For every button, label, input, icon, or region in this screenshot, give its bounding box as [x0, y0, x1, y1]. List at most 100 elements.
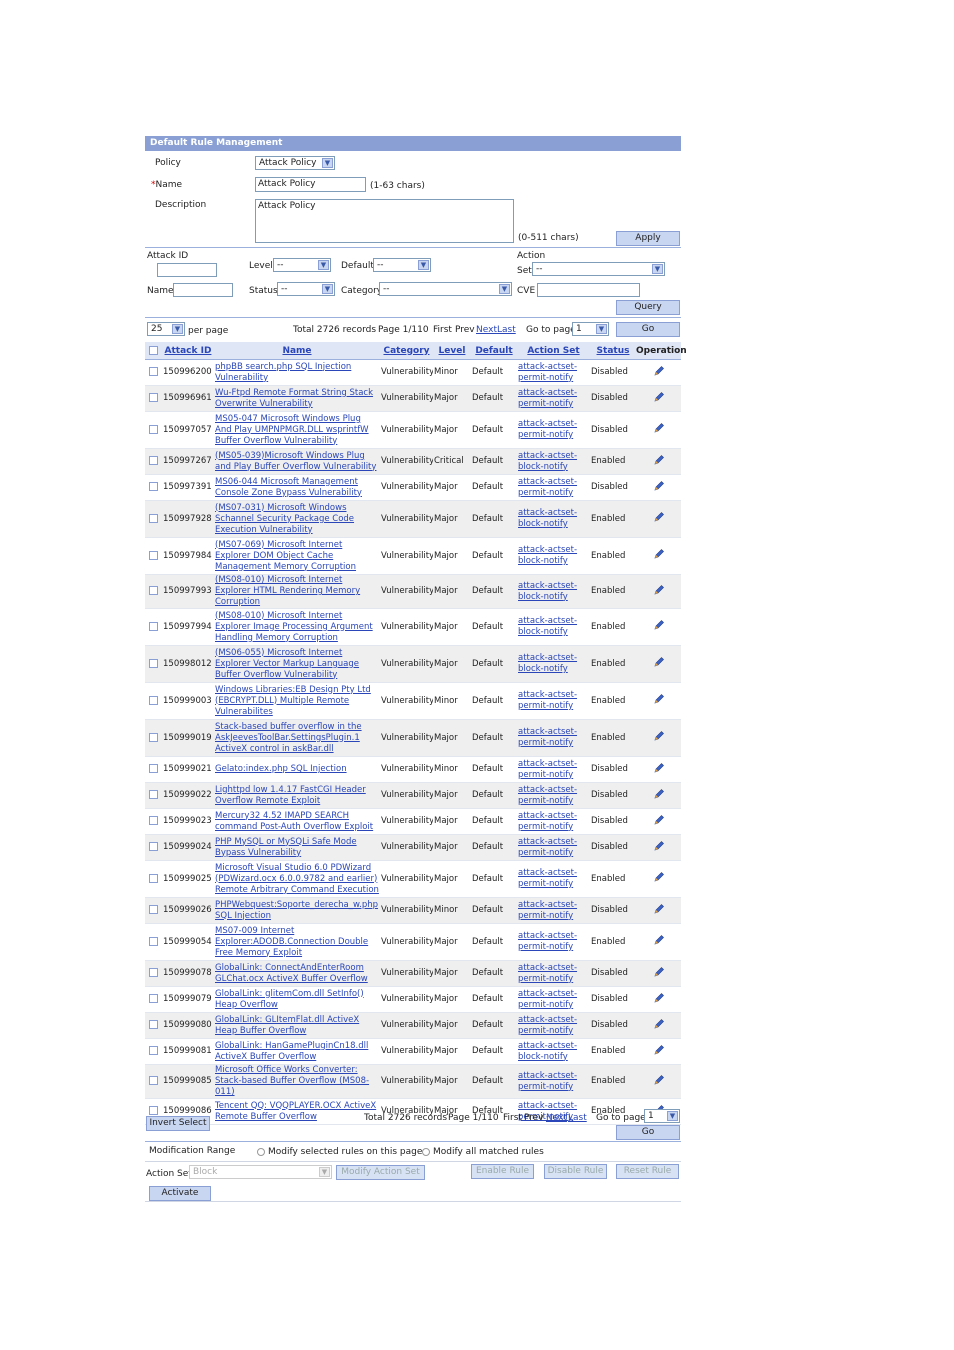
row-checkbox[interactable]: [149, 393, 158, 402]
rule-name-link-text[interactable]: (MS08-010) Microsoft Internet Explorer I…: [215, 611, 373, 643]
bottom-last-link[interactable]: Last: [568, 1113, 587, 1123]
row-checkbox[interactable]: [149, 732, 158, 742]
rule-name-link-text[interactable]: Microsoft Visual Studio 6.0 PDWizard (PD…: [215, 863, 379, 895]
action-set-link[interactable]: attack-actset-block-notify: [517, 448, 590, 475]
table-row[interactable]: 150998012 (MS06-055) Microsoft Internet E…: [145, 645, 681, 683]
row-checkbox[interactable]: [149, 550, 158, 560]
rule-name-link-text[interactable]: (MS06-055) Microsoft Internet Explorer V…: [215, 648, 359, 680]
table-row[interactable]: 150999022 Lighttpd low 1.4.17 FastCGI Hea…: [145, 782, 681, 809]
bottom-action-set-select[interactable]: Block ▼: [189, 1165, 332, 1179]
row-checkbox[interactable]: [149, 424, 158, 434]
select-all-checkbox[interactable]: [149, 345, 158, 355]
rule-name-link-text[interactable]: GlobalLink: ConnectAndEnterRoom GLChat.o…: [215, 963, 368, 984]
row-checkbox[interactable]: [149, 658, 158, 668]
table-row[interactable]: 150997057 MS05-047 Microsoft Windows Plug…: [145, 411, 681, 449]
rule-name-link[interactable]: phpBB search.php SQL Injection Vulnerabi…: [214, 359, 380, 386]
rule-name-link-text[interactable]: Gelato:index.php SQL Injection: [215, 764, 347, 774]
edit-pencil-icon[interactable]: [653, 511, 665, 523]
action-set-link-text[interactable]: attack-actset-permit-notify: [518, 900, 577, 921]
row-checkbox[interactable]: [149, 586, 158, 595]
action-set-select[interactable]: -- ▼: [532, 262, 665, 276]
table-row[interactable]: 150999021 Gelato:index.php SQL Injection V…: [145, 756, 681, 783]
rule-name-link[interactable]: MS06-044 Microsoft Management Console Zo…: [214, 474, 380, 501]
action-set-link-text[interactable]: attack-actset-block-notify: [518, 545, 577, 566]
rule-name-link[interactable]: Microsoft Visual Studio 6.0 PDWizard (PD…: [214, 860, 380, 898]
action-set-link[interactable]: attack-actset-permit-notify: [517, 719, 590, 757]
action-set-link-text[interactable]: attack-actset-block-notify: [518, 508, 577, 529]
rule-name-link[interactable]: Windows Libraries:EB Design Pty Ltd (EBC…: [214, 682, 380, 720]
edit-pencil-icon[interactable]: [653, 422, 665, 434]
rule-name-link-text[interactable]: MS05-047 Microsoft Windows Plug And Play…: [215, 414, 369, 446]
rule-name-link[interactable]: GlobalLink: ConnectAndEnterRoom GLChat.o…: [214, 960, 380, 987]
go-button[interactable]: Go: [616, 322, 680, 337]
row-checkbox[interactable]: [149, 456, 158, 465]
action-set-link-text[interactable]: attack-actset-permit-notify: [518, 362, 577, 383]
bottom-next-link[interactable]: Next: [546, 1113, 567, 1123]
edit-pencil-icon[interactable]: [653, 762, 665, 774]
rule-name-link-text[interactable]: (MS05-039)Microsoft Windows Plug and Pla…: [215, 451, 376, 472]
action-set-link[interactable]: attack-actset-block-notify: [517, 1038, 590, 1065]
edit-pencil-icon[interactable]: [653, 548, 665, 560]
edit-pencil-icon[interactable]: [653, 391, 665, 403]
action-set-link-text[interactable]: attack-actset-block-notify: [518, 616, 577, 637]
disable-rule-button[interactable]: Disable Rule: [544, 1164, 607, 1179]
activate-button[interactable]: Activate: [149, 1186, 211, 1201]
table-row[interactable]: 150997928 (MS07-031) Microsoft Windows Sc…: [145, 500, 681, 538]
rule-name-link-text[interactable]: (MS07-069) Microsoft Internet Explorer D…: [215, 540, 356, 572]
table-row[interactable]: 150999085 Microsoft Office Works Converte…: [145, 1064, 681, 1099]
action-set-link[interactable]: attack-actset-permit-notify: [517, 834, 590, 861]
action-set-link-text[interactable]: attack-actset-permit-notify: [518, 785, 577, 806]
action-set-link-text[interactable]: attack-actset-permit-notify: [518, 868, 577, 889]
rule-name-link[interactable]: GlobalLink: GLItemFlat.dll ActiveX Heap …: [214, 1012, 380, 1039]
action-set-link[interactable]: attack-actset-block-notify: [517, 500, 590, 538]
col-action-set[interactable]: Action Set: [517, 342, 590, 360]
description-textarea[interactable]: Attack Policy: [255, 199, 514, 243]
rule-name-link-text[interactable]: PHPWebquest:Soporte_derecha_w.php SQL In…: [215, 900, 378, 921]
row-checkbox[interactable]: [149, 764, 158, 773]
row-checkbox[interactable]: [149, 695, 158, 705]
rule-name-link-text[interactable]: GlobalLink: glitemCom.dll SetInfo() Heap…: [215, 989, 364, 1010]
edit-pencil-icon[interactable]: [653, 365, 665, 377]
per-page-select[interactable]: 25 ▼: [147, 322, 185, 336]
rule-name-link-text[interactable]: (MS07-031) Microsoft Windows Schannel Se…: [215, 503, 354, 535]
rule-name-link[interactable]: PHP MySQL or MySQLi Safe Mode Bypass Vul…: [214, 834, 380, 861]
action-set-link[interactable]: attack-actset-permit-notify: [517, 923, 590, 961]
col-default[interactable]: Default: [471, 342, 517, 360]
rule-name-link[interactable]: MS05-047 Microsoft Windows Plug And Play…: [214, 411, 380, 449]
table-row[interactable]: 150997267 (MS05-039)Microsoft Windows Plu…: [145, 448, 681, 475]
action-set-link[interactable]: attack-actset-permit-notify: [517, 385, 590, 412]
level-select[interactable]: -- ▼: [273, 258, 331, 272]
row-checkbox[interactable]: [149, 994, 158, 1003]
action-set-link[interactable]: attack-actset-permit-notify: [517, 474, 590, 501]
edit-pencil-icon[interactable]: [653, 840, 665, 852]
edit-pencil-icon[interactable]: [653, 934, 665, 946]
row-checkbox[interactable]: [149, 1046, 158, 1055]
table-row[interactable]: 150999081 GlobalLink: HanGamePluginCn18.d…: [145, 1038, 681, 1065]
edit-pencil-icon[interactable]: [653, 480, 665, 492]
action-set-link-text[interactable]: attack-actset-block-notify: [518, 581, 577, 602]
edit-pencil-icon[interactable]: [653, 584, 665, 596]
rule-name-link-text[interactable]: GlobalLink: GLItemFlat.dll ActiveX Heap …: [215, 1015, 359, 1036]
action-set-link[interactable]: attack-actset-block-notify: [517, 608, 590, 646]
col-attack-id[interactable]: Attack ID: [162, 342, 214, 360]
action-set-link-text[interactable]: attack-actset-permit-notify: [518, 727, 577, 748]
default-select[interactable]: -- ▼: [373, 258, 431, 272]
edit-pencil-icon[interactable]: [653, 656, 665, 668]
rule-name-link[interactable]: Microsoft Office Works Converter: Stack-…: [214, 1064, 380, 1099]
rule-name-link[interactable]: MS07-009 Internet Explorer:ADODB.Connect…: [214, 923, 380, 961]
next-link[interactable]: Next: [476, 325, 497, 335]
action-set-link-text[interactable]: attack-actset-permit-notify: [518, 419, 577, 440]
policy-select[interactable]: Attack Policy ▼: [255, 156, 335, 170]
action-set-link[interactable]: attack-actset-permit-notify: [517, 756, 590, 783]
bottom-prev-link[interactable]: Prev: [524, 1113, 544, 1123]
row-checkbox[interactable]: [149, 816, 158, 825]
query-button[interactable]: Query: [616, 300, 680, 315]
action-set-link[interactable]: attack-actset-block-notify: [517, 645, 590, 683]
rule-name-link-text[interactable]: PHP MySQL or MySQLi Safe Mode Bypass Vul…: [215, 837, 357, 858]
status-select[interactable]: -- ▼: [277, 282, 335, 296]
rule-name-link[interactable]: Mercury32 4.52 IMAPD SEARCH command Post…: [214, 808, 380, 835]
rule-name-link-text[interactable]: Windows Libraries:EB Design Pty Ltd (EBC…: [215, 685, 371, 717]
name-input[interactable]: Attack Policy: [255, 177, 366, 192]
table-row[interactable]: 150996200 phpBB search.php SQL Injection …: [145, 359, 681, 386]
enable-rule-button[interactable]: Enable Rule: [471, 1164, 534, 1179]
